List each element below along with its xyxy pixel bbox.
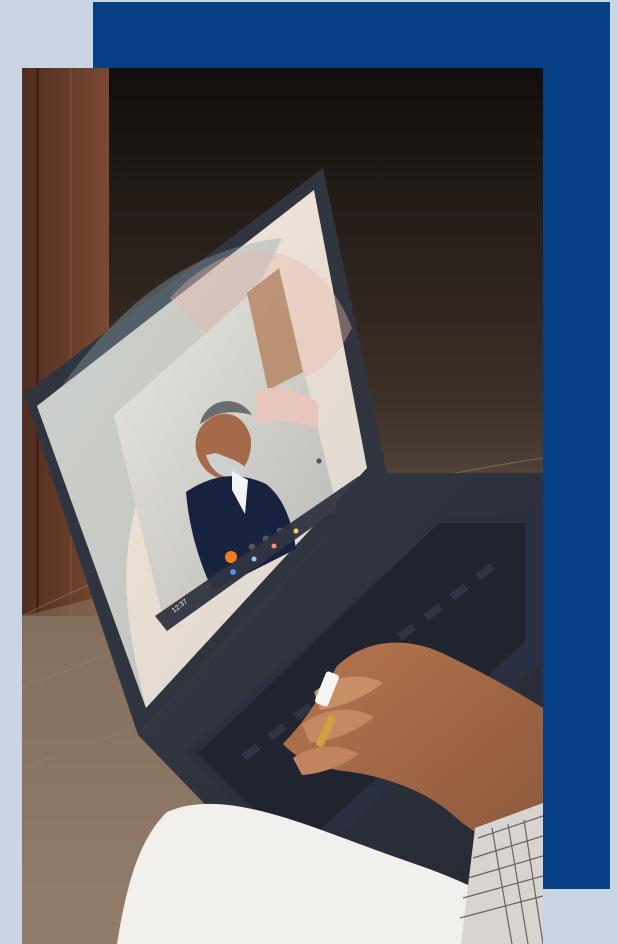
photo-frame: 12:37 <box>22 68 543 944</box>
taskbar-start-icon[interactable] <box>230 569 236 575</box>
taskbar-app-icon[interactable] <box>271 543 277 549</box>
taskbar-files-icon[interactable] <box>293 528 299 534</box>
page: 12:37 <box>0 0 618 944</box>
menu-icon[interactable] <box>316 458 322 464</box>
taskbar-search-icon[interactable] <box>251 556 257 562</box>
photo-illustration: 12:37 <box>22 68 543 944</box>
